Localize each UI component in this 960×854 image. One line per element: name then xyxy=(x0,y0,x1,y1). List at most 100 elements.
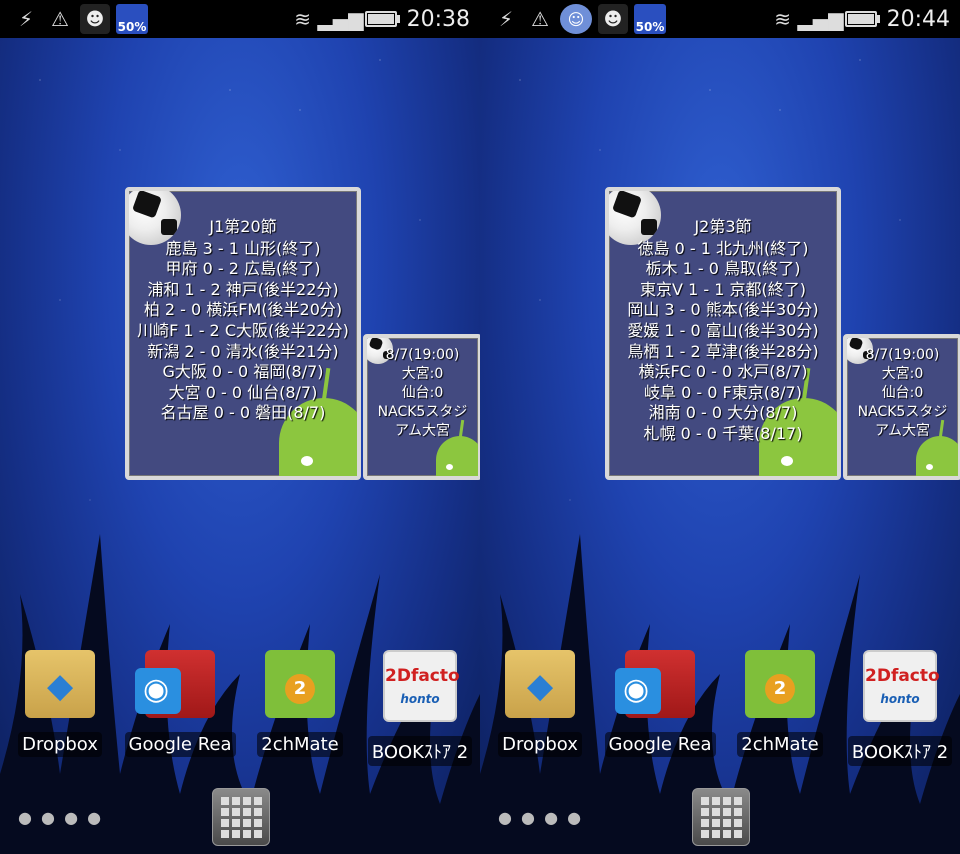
score-line: 岡山 3 - 0 熊本(後半30分) xyxy=(627,300,819,320)
signal-icon: ▂▄▆ xyxy=(317,7,364,31)
home-screen-right: ⚡ ⚠ ☺ ☻ 50% ≋ ▂▄▆ 20:44 J2第3節 徳島 0 - 1 北… xyxy=(480,0,960,854)
android-mascot-icon xyxy=(436,419,478,476)
score-line: 湘南 0 - 0 大分(8/7) xyxy=(648,403,798,423)
venue-line: NACK5スタジ xyxy=(857,404,948,420)
google-reader-icon[interactable]: ◉ xyxy=(135,650,215,718)
match-detail-widget[interactable]: 8/7(19:00) 大宮:0 仙台:0 NACK5スタジ アム大宮 xyxy=(843,334,960,480)
app-notification-icon: ☻ xyxy=(598,4,628,34)
status-clock: 20:38 xyxy=(406,6,470,32)
app-label: 2chMate xyxy=(257,732,343,757)
facto-sub-text: honto xyxy=(880,692,920,706)
soccer-score-widget[interactable]: J2第3節 徳島 0 - 1 北九州(終了) 栃木 1 - 0 鳥取(終了) 東… xyxy=(605,187,841,480)
app-2chmate[interactable]: 2 2chMate xyxy=(240,650,360,761)
app-google-reader[interactable]: ◉ Google Rea xyxy=(600,650,720,761)
status-bar: ⚡ ⚠ ☻ 50% ≋ ▂▄▆ 20:38 xyxy=(0,0,480,38)
weather-icon: 50% xyxy=(116,4,148,34)
app-book-store[interactable]: 2Dfacto honto BOOKｽﾄｱ 2 xyxy=(840,650,960,770)
score-line: 札幌 0 - 0 千葉(8/17) xyxy=(643,423,803,443)
home-bottom-bar: ● ● ● ● xyxy=(480,780,960,854)
match-datetime: 8/7(19:00) xyxy=(865,347,940,363)
app-drawer-button[interactable] xyxy=(212,788,270,846)
score-line: 甲府 0 - 2 広島(終了) xyxy=(165,259,321,279)
venue-line: アム大宮 xyxy=(874,423,931,439)
match-detail: 8/7(19:00) 大宮:0 仙台:0 NACK5スタジ アム大宮 xyxy=(367,346,478,441)
rss-icon: ◉ xyxy=(143,672,170,707)
score-list: J2第3節 徳島 0 - 1 北九州(終了) 栃木 1 - 0 鳥取(終了) 東… xyxy=(609,217,837,445)
android-mascot-icon xyxy=(916,419,958,476)
signal-icon: ▂▄▆ xyxy=(797,7,844,31)
score-line: 愛媛 1 - 0 富山(後半30分) xyxy=(627,320,819,340)
battery-icon xyxy=(364,11,400,27)
score-line: 新潟 2 - 0 清水(後半21分) xyxy=(147,341,339,361)
score-line: 名古屋 0 - 0 磐田(8/7) xyxy=(160,403,326,423)
facto-logo-text: 2Dfacto xyxy=(865,666,940,686)
app-label: Dropbox xyxy=(498,732,582,757)
score-line: 鳥栖 1 - 2 草津(後半28分) xyxy=(627,341,819,361)
page-indicator-icon[interactable]: ● ● ● ● xyxy=(498,808,583,827)
app-notification-icon: ☻ xyxy=(80,4,110,34)
score-line: 大宮 0 - 0 仙台(8/7) xyxy=(168,382,318,402)
rss-icon: ◉ xyxy=(623,672,650,707)
app-label: Google Rea xyxy=(604,732,716,757)
usb-icon: ⚡ xyxy=(498,7,514,31)
2chmate-icon[interactable]: 2 xyxy=(265,650,335,718)
match-datetime: 8/7(19:00) xyxy=(385,347,460,363)
2dfacto-icon[interactable]: 2Dfacto honto xyxy=(383,650,460,722)
round-title: J1第20節 xyxy=(209,217,277,236)
usb-icon: ⚡ xyxy=(18,7,34,31)
app-book-store[interactable]: 2Dfacto honto BOOKｽﾄｱ 2 xyxy=(360,650,480,770)
home-screen-left: ⚡ ⚠ ☻ 50% ≋ ▂▄▆ 20:38 J1第20節 鹿島 3 - 1 山形… xyxy=(0,0,480,854)
score-list: J1第20節 鹿島 3 - 1 山形(終了) 甲府 0 - 2 広島(終了) 浦… xyxy=(129,217,357,424)
app-label: BOOKｽﾄｱ 2 xyxy=(847,736,953,766)
dropbox-icon[interactable] xyxy=(505,650,575,718)
score-line: 徳島 0 - 1 北九州(終了) xyxy=(637,238,809,258)
app-label: Dropbox xyxy=(18,732,102,757)
warning-icon: ⚠ xyxy=(51,7,69,31)
score-line: 鹿島 3 - 1 山形(終了) xyxy=(165,238,321,258)
battery-icon xyxy=(844,11,880,27)
home-score: 大宮:0 xyxy=(881,366,924,382)
page-indicator-icon[interactable]: ● ● ● ● xyxy=(18,808,103,827)
match-detail-widget[interactable]: 8/7(19:00) 大宮:0 仙台:0 NACK5スタジ アム大宮 xyxy=(363,334,480,480)
2chmate-icon[interactable]: 2 xyxy=(745,650,815,718)
score-line: 川崎F 1 - 2 C大阪(後半22分) xyxy=(137,320,349,340)
venue-line: NACK5スタジ xyxy=(377,404,468,420)
app-shortcuts: Dropbox ◉ Google Rea 2 2chMate 2Dfacto h… xyxy=(480,650,960,766)
score-line: 柏 2 - 0 横浜FM(後半20分) xyxy=(143,300,343,320)
app-label: 2chMate xyxy=(737,732,823,757)
2dfacto-icon[interactable]: 2Dfacto honto xyxy=(863,650,940,722)
warning-icon: ⚠ xyxy=(531,7,549,31)
app-notification-icon: ☺ xyxy=(560,4,592,34)
status-bar: ⚡ ⚠ ☺ ☻ 50% ≋ ▂▄▆ 20:44 xyxy=(480,0,960,38)
score-line: 東京V 1 - 1 京都(終了) xyxy=(640,279,806,299)
soccer-score-widget[interactable]: J1第20節 鹿島 3 - 1 山形(終了) 甲府 0 - 2 広島(終了) 浦… xyxy=(125,187,361,480)
app-label: Google Rea xyxy=(124,732,236,757)
venue-line: アム大宮 xyxy=(394,423,451,439)
app-dropbox[interactable]: Dropbox xyxy=(480,650,600,761)
score-line: 岐阜 0 - 0 F東京(8/7) xyxy=(644,382,802,402)
app-shortcuts: Dropbox ◉ Google Rea 2 2chMate 2Dfacto h… xyxy=(0,650,480,766)
google-reader-icon[interactable]: ◉ xyxy=(615,650,695,718)
score-line: 横浜FC 0 - 0 水戸(8/7) xyxy=(638,362,808,382)
app-google-reader[interactable]: ◉ Google Rea xyxy=(120,650,240,761)
score-line: G大阪 0 - 0 福岡(8/7) xyxy=(162,362,324,382)
home-bottom-bar: ● ● ● ● xyxy=(0,780,480,854)
score-line: 栃木 1 - 0 鳥取(終了) xyxy=(645,259,801,279)
wifi-icon: ≋ xyxy=(294,7,311,31)
weather-percent: 50% xyxy=(117,20,147,34)
weather-icon: 50% xyxy=(634,4,666,34)
away-score: 仙台:0 xyxy=(881,385,924,401)
match-detail: 8/7(19:00) 大宮:0 仙台:0 NACK5スタジ アム大宮 xyxy=(847,346,958,441)
app-2chmate[interactable]: 2 2chMate xyxy=(720,650,840,761)
away-score: 仙台:0 xyxy=(401,385,444,401)
app-drawer-button[interactable] xyxy=(692,788,750,846)
status-clock: 20:44 xyxy=(886,6,950,32)
dropbox-icon[interactable] xyxy=(25,650,95,718)
round-title: J2第3節 xyxy=(694,217,752,236)
app-dropbox[interactable]: Dropbox xyxy=(0,650,120,761)
weather-percent: 50% xyxy=(635,20,665,34)
facto-logo-text: 2Dfacto xyxy=(385,666,460,686)
app-label: BOOKｽﾄｱ 2 xyxy=(367,736,473,766)
home-score: 大宮:0 xyxy=(401,366,444,382)
wifi-icon: ≋ xyxy=(774,7,791,31)
